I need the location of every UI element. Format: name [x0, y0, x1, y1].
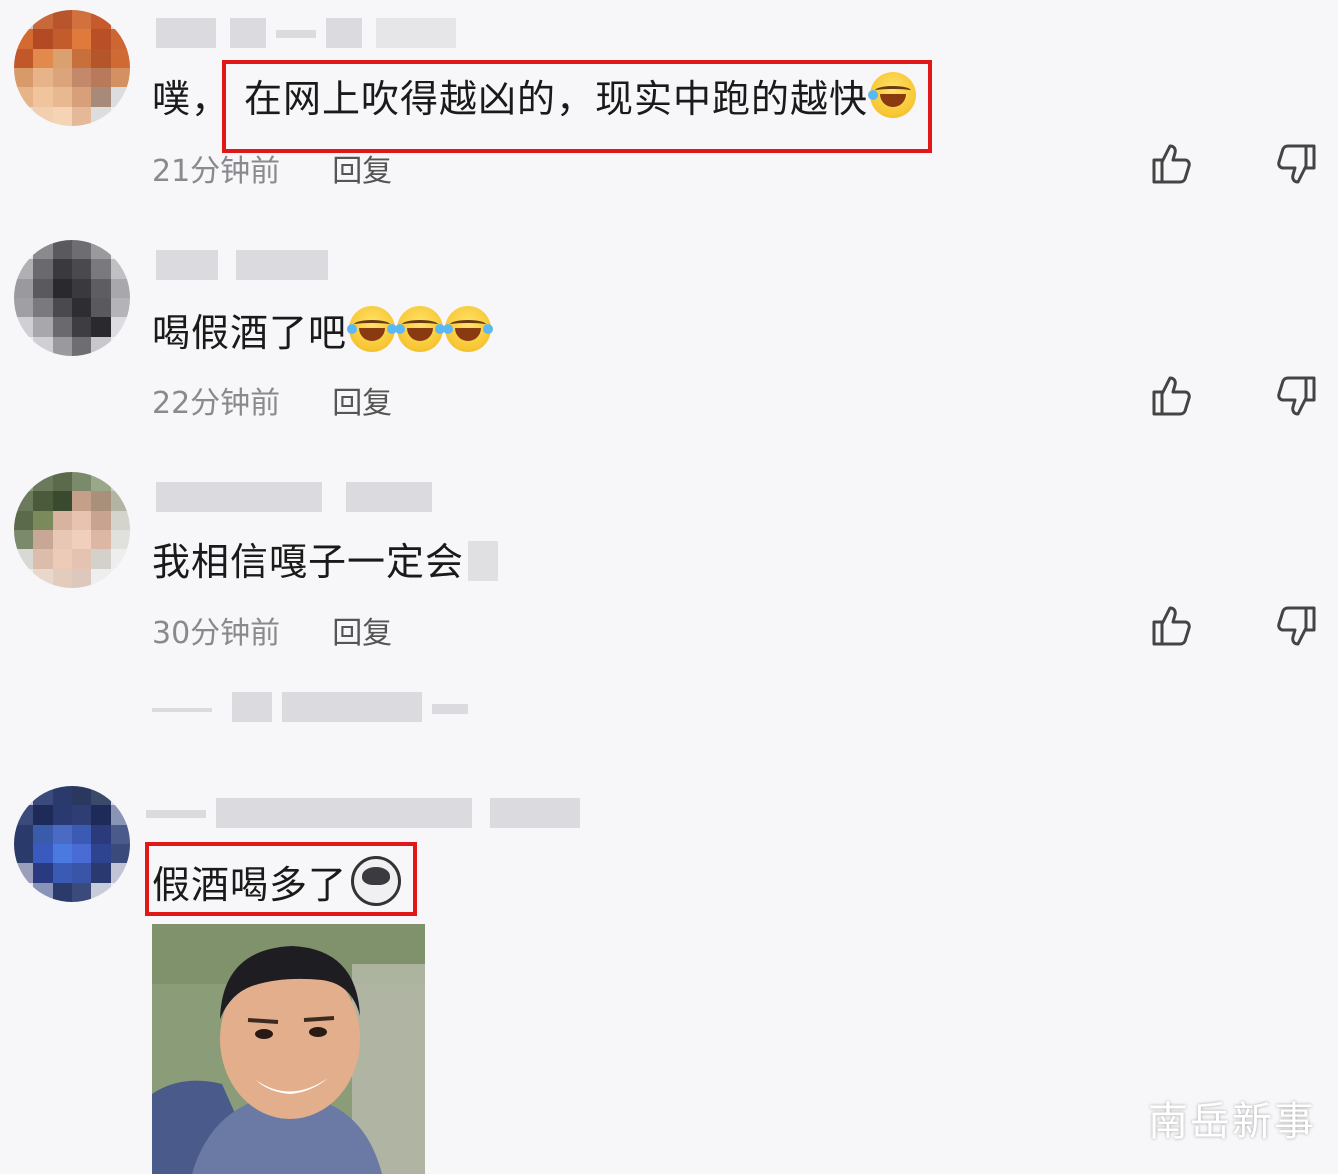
- reply-button[interactable]: 回复: [332, 386, 392, 421]
- username-blurred[interactable]: [146, 798, 586, 834]
- reply-button[interactable]: 回复: [332, 616, 392, 651]
- highlight-box: [145, 842, 417, 916]
- avatar[interactable]: [14, 786, 130, 902]
- laugh-cry-emoji: [395, 306, 446, 352]
- username-blurred[interactable]: [156, 482, 446, 518]
- avatar[interactable]: [14, 10, 130, 126]
- username-blurred[interactable]: [156, 250, 336, 286]
- laugh-cry-emoji: [347, 306, 398, 352]
- watermark: 南岳新事: [1148, 1099, 1316, 1145]
- thumbs-up-icon[interactable]: [1148, 140, 1196, 188]
- timestamp: 30分钟前: [152, 616, 281, 651]
- meme-image[interactable]: [152, 924, 425, 1174]
- thumbs-down-icon[interactable]: [1272, 372, 1320, 420]
- comment-meta: 30分钟前 回复: [152, 608, 392, 652]
- timestamp: 22分钟前: [152, 386, 281, 421]
- laugh-cry-emoji: [443, 306, 494, 352]
- avatar[interactable]: [14, 240, 130, 356]
- thumbs-up-icon[interactable]: [1148, 372, 1196, 420]
- comment-meta: 21分钟前 回复: [152, 146, 392, 190]
- thumbs-down-icon[interactable]: [1272, 602, 1320, 650]
- comment-text: 我相信嘎子一定会: [152, 538, 499, 586]
- avatar[interactable]: [14, 472, 130, 588]
- man-photo: [152, 924, 425, 1174]
- timestamp: 21分钟前: [152, 154, 281, 189]
- username-blurred[interactable]: [156, 18, 456, 54]
- thumbs-up-icon[interactable]: [1148, 602, 1196, 650]
- comment-meta: 22分钟前 回复: [152, 378, 392, 422]
- expand-replies-blurred[interactable]: [152, 692, 482, 728]
- reply-button[interactable]: 回复: [332, 154, 392, 189]
- blurred-text: [468, 541, 499, 581]
- comment-text: 喝假酒了吧: [152, 306, 494, 357]
- highlight-box: [222, 60, 932, 153]
- thumbs-down-icon[interactable]: [1272, 140, 1320, 188]
